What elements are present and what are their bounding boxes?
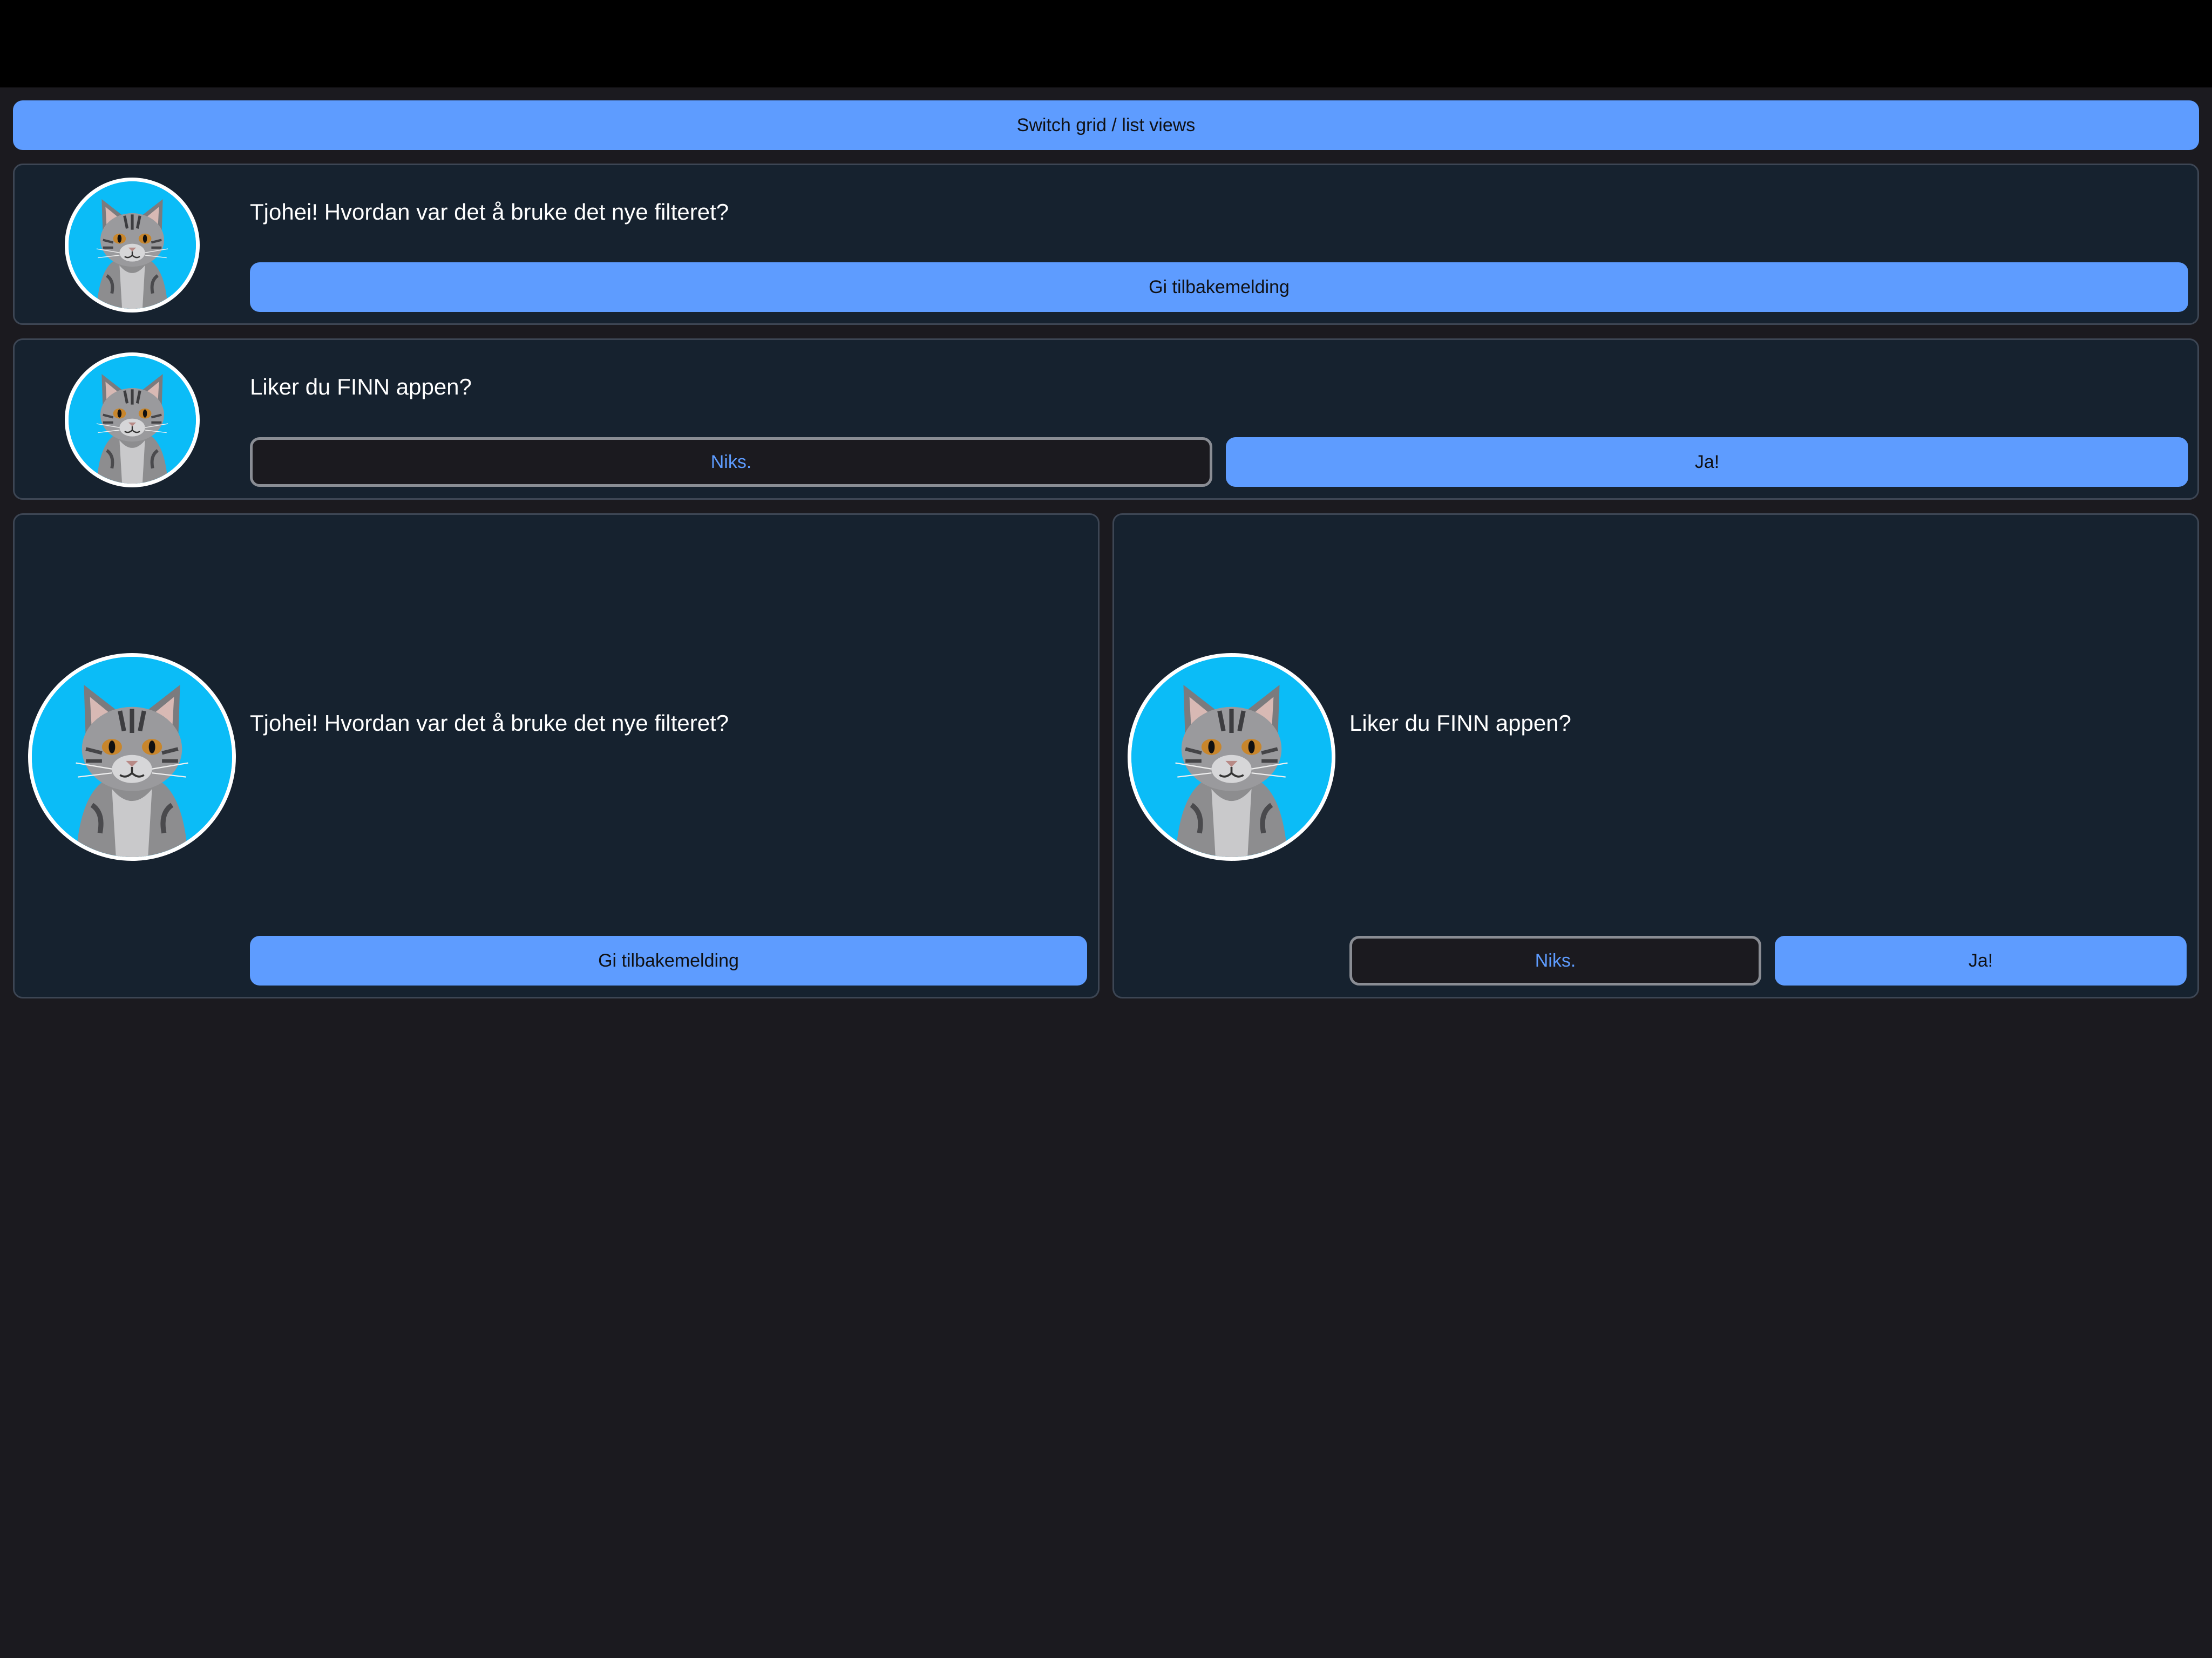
feedback-card-list: Tjohei! Hvordan var det å bruke det nye … bbox=[13, 164, 2199, 325]
no-button[interactable]: Niks. bbox=[1349, 936, 1761, 986]
card-message: Liker du FINN appen? bbox=[250, 374, 472, 399]
survey-card-grid: Liker du FINN appen? Niks. Ja! bbox=[1112, 513, 2199, 998]
feedback-card-grid: Tjohei! Hvordan var det å bruke det nye … bbox=[13, 513, 1100, 998]
yes-button[interactable]: Ja! bbox=[1775, 936, 2187, 986]
give-feedback-button[interactable]: Gi tilbakemelding bbox=[250, 262, 2188, 312]
card-message: Tjohei! Hvordan var det å bruke det nye … bbox=[250, 199, 729, 225]
card-message: Tjohei! Hvordan var det å bruke det nye … bbox=[250, 710, 729, 736]
cat-avatar-icon bbox=[65, 352, 200, 487]
status-bar bbox=[0, 0, 2212, 87]
cat-avatar-icon bbox=[1128, 653, 1335, 861]
survey-card-list: Liker du FINN appen? Niks. Ja! bbox=[13, 338, 2199, 500]
yes-button[interactable]: Ja! bbox=[1226, 437, 2188, 487]
no-button[interactable]: Niks. bbox=[250, 437, 1212, 487]
cat-avatar-icon bbox=[65, 178, 200, 312]
give-feedback-button[interactable]: Gi tilbakemelding bbox=[250, 936, 1087, 986]
cat-avatar-icon bbox=[28, 653, 236, 861]
switch-view-button[interactable]: Switch grid / list views bbox=[13, 100, 2199, 150]
card-message: Liker du FINN appen? bbox=[1349, 710, 1571, 736]
